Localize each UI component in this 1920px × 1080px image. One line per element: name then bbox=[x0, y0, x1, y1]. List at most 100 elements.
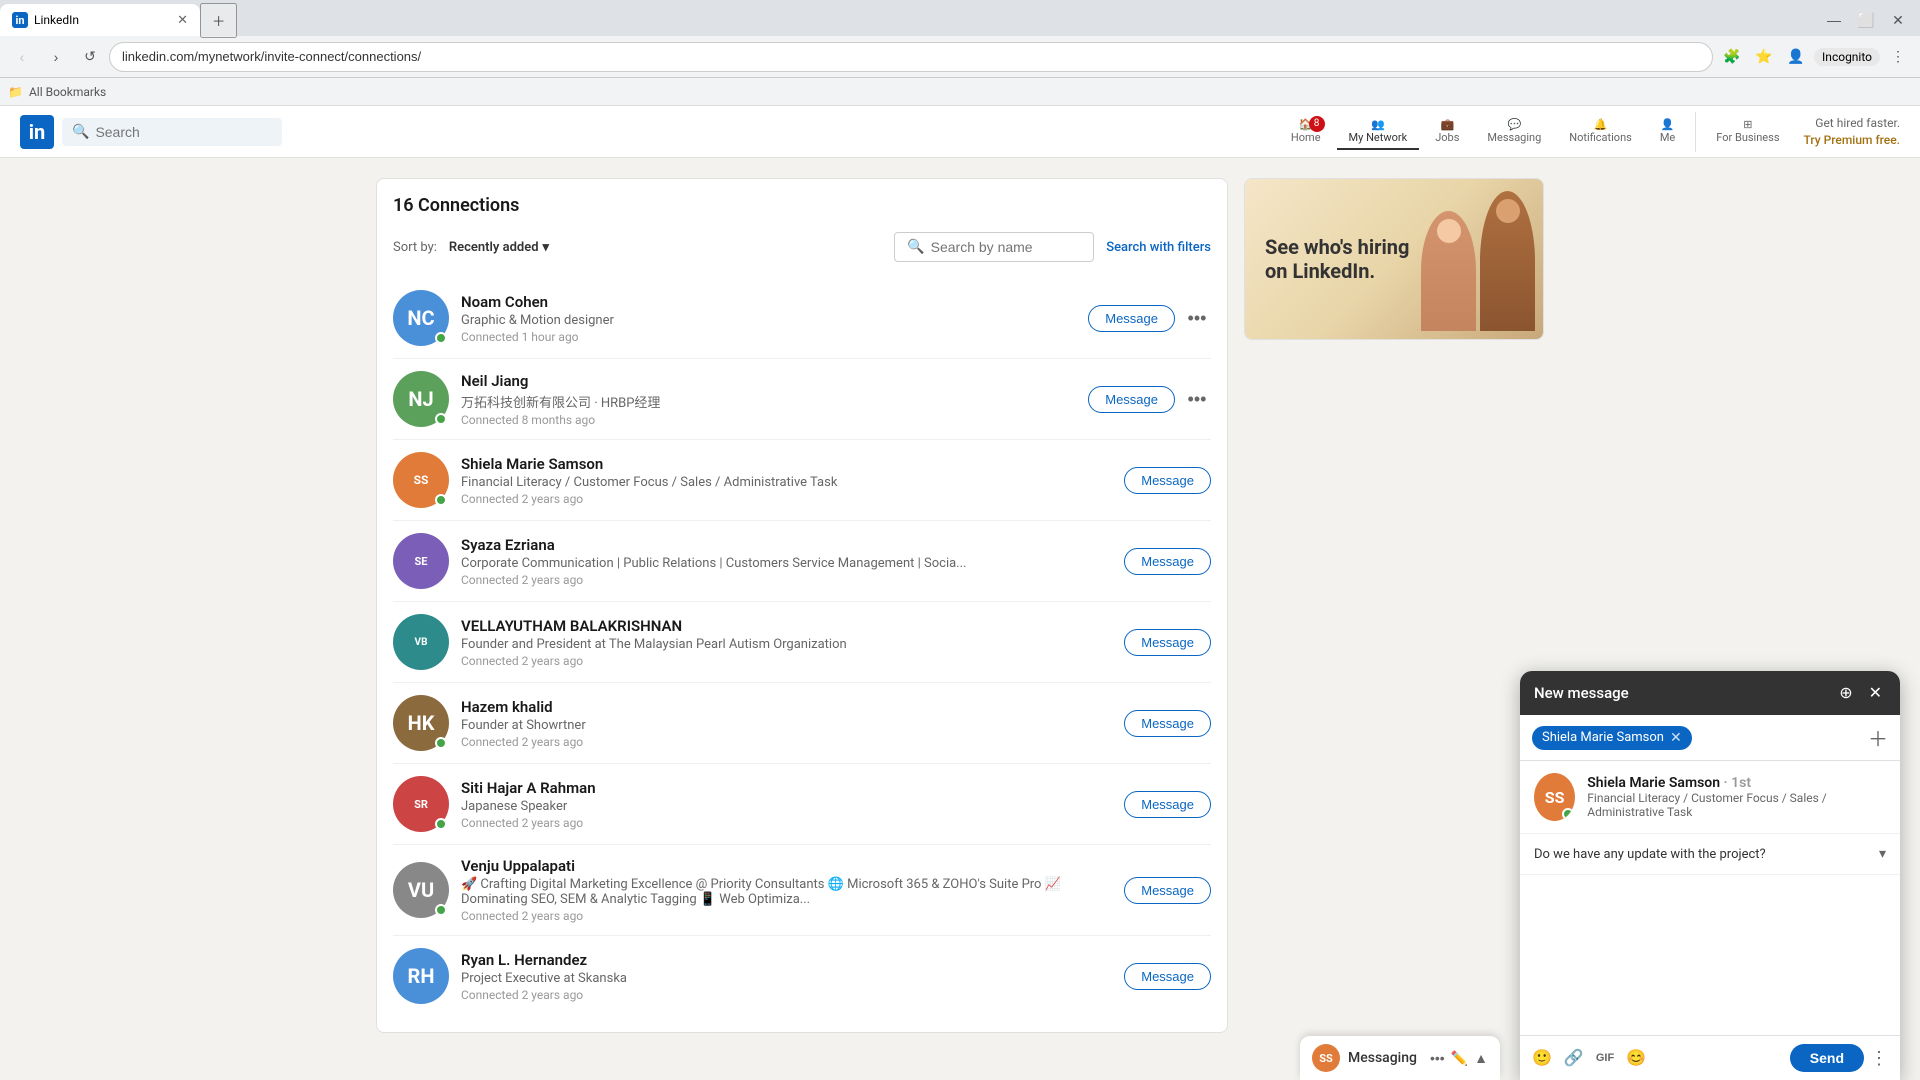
more-options-btn[interactable]: ••• bbox=[1183, 304, 1211, 332]
network-icon: 👥 bbox=[1371, 118, 1385, 131]
table-row: VB VELLAYUTHAM BALAKRISHNAN Founder and … bbox=[393, 602, 1211, 683]
connection-actions: Message bbox=[1124, 548, 1211, 575]
connection-name[interactable]: Shiela Marie Samson bbox=[461, 455, 1112, 473]
message-button[interactable]: Message bbox=[1124, 791, 1211, 818]
message-button[interactable]: Message bbox=[1124, 710, 1211, 737]
remove-recipient-btn[interactable]: ✕ bbox=[1670, 730, 1682, 746]
recipients-input[interactable] bbox=[1698, 730, 1862, 746]
message-button[interactable]: Message bbox=[1124, 877, 1211, 904]
bookmark-icon: 📁 bbox=[8, 85, 23, 99]
nav-for-business[interactable]: ⊞ For Business bbox=[1704, 114, 1791, 150]
close-modal-btn[interactable]: ✕ bbox=[1865, 681, 1886, 705]
minimize-btn[interactable]: — bbox=[1820, 6, 1848, 34]
all-bookmarks-label[interactable]: All Bookmarks bbox=[29, 85, 106, 99]
address-bar[interactable] bbox=[110, 43, 1712, 71]
network-label: My Network bbox=[1349, 131, 1408, 144]
premium-promo: Get hired faster. Try Premium free. bbox=[1804, 115, 1901, 149]
search-name-input[interactable] bbox=[931, 239, 1082, 255]
emoji2-btn[interactable]: 😊 bbox=[1626, 1048, 1646, 1068]
connection-time: Connected 2 years ago bbox=[461, 909, 1112, 923]
menu-btn[interactable]: ⋮ bbox=[1884, 43, 1912, 71]
tab-title: LinkedIn bbox=[34, 13, 79, 27]
search-with-filters-btn[interactable]: Search with filters bbox=[1106, 240, 1211, 255]
message-button[interactable]: Message bbox=[1124, 629, 1211, 656]
sort-dropdown[interactable]: Recently added ▾ bbox=[449, 240, 549, 255]
message-button[interactable]: Message bbox=[1124, 963, 1211, 990]
message-button[interactable]: Message bbox=[1088, 305, 1175, 332]
nav-my-network[interactable]: 👥 My Network bbox=[1337, 114, 1420, 150]
profile-btn[interactable]: 👤 bbox=[1782, 43, 1810, 71]
forward-btn[interactable]: › bbox=[42, 43, 70, 71]
attach-link-btn[interactable]: 🔗 bbox=[1564, 1048, 1584, 1068]
message-compose-area bbox=[1520, 875, 1900, 1035]
messaging-icon: 💬 bbox=[1508, 118, 1522, 131]
premium-link[interactable]: Try Premium free. bbox=[1804, 133, 1901, 147]
search-by-name-field[interactable]: 🔍 bbox=[894, 232, 1094, 262]
message-button[interactable]: Message bbox=[1124, 467, 1211, 494]
me-icon: 👤 bbox=[1661, 118, 1675, 131]
connection-time: Connected 2 years ago bbox=[461, 988, 1112, 1002]
close-tab-btn[interactable]: ✕ bbox=[177, 13, 188, 28]
connection-time: Connected 2 years ago bbox=[461, 816, 1112, 830]
compose-message-btn[interactable]: ✏️ bbox=[1451, 1050, 1468, 1067]
gif-btn[interactable]: GIF bbox=[1596, 1048, 1614, 1068]
recipient-chip: Shiela Marie Samson ✕ bbox=[1532, 726, 1692, 750]
me-label: Me bbox=[1660, 131, 1675, 144]
bookmark-btn[interactable]: ⭐ bbox=[1750, 43, 1778, 71]
nav-messaging[interactable]: 💬 Messaging bbox=[1475, 114, 1553, 150]
extensions-btn[interactable]: 🧩 bbox=[1718, 43, 1746, 71]
message-preview[interactable]: Do we have any update with the project? … bbox=[1520, 834, 1900, 875]
connection-name[interactable]: VELLAYUTHAM BALAKRISHNAN bbox=[461, 617, 1112, 635]
premium-line1: Get hired faster. bbox=[1804, 115, 1901, 132]
message-button[interactable]: Message bbox=[1088, 386, 1175, 413]
nav-notifications[interactable]: 🔔 Notifications bbox=[1557, 114, 1644, 150]
connection-title: Japanese Speaker bbox=[461, 799, 1112, 814]
avatar-wrapper: HK bbox=[393, 695, 449, 751]
new-tab-btn[interactable]: ＋ bbox=[200, 3, 237, 38]
connection-name[interactable]: Hazem khalid bbox=[461, 698, 1112, 716]
recipient-name: Shiela Marie Samson bbox=[1542, 730, 1664, 745]
refresh-btn[interactable]: ↺ bbox=[76, 43, 104, 71]
more-options-btn[interactable]: ••• bbox=[1183, 385, 1211, 413]
minimize-modal-btn[interactable]: ⊕ bbox=[1835, 681, 1856, 705]
connection-name[interactable]: Siti Hajar A Rahman bbox=[461, 779, 1112, 797]
connection-name[interactable]: Ryan L. Hernandez bbox=[461, 951, 1112, 969]
connections-list: NC Noam Cohen Graphic & Motion designer … bbox=[393, 278, 1211, 1016]
active-tab[interactable]: in LinkedIn ✕ bbox=[0, 4, 200, 36]
nav-jobs[interactable]: 💼 Jobs bbox=[1423, 114, 1471, 150]
suggested-contact[interactable]: SS Shiela Marie Samson · 1st Financial L… bbox=[1520, 761, 1900, 834]
nav-me[interactable]: 👤 Me bbox=[1648, 114, 1687, 150]
message-button[interactable]: Message bbox=[1124, 548, 1211, 575]
expand-messaging-btn[interactable]: ▲ bbox=[1474, 1050, 1488, 1066]
header-search-input[interactable] bbox=[95, 124, 272, 140]
connection-info: Siti Hajar A Rahman Japanese Speaker Con… bbox=[461, 779, 1112, 830]
avatar-wrapper: VU bbox=[393, 862, 449, 918]
online-indicator bbox=[435, 904, 447, 916]
connections-toolbar: Sort by: Recently added ▾ 🔍 Search with … bbox=[393, 232, 1211, 262]
chevron-down-icon: ▾ bbox=[1879, 846, 1886, 862]
send-button[interactable]: Send bbox=[1790, 1044, 1864, 1072]
connection-actions: Message bbox=[1124, 877, 1211, 904]
messaging-more-btn[interactable]: ••• bbox=[1430, 1050, 1445, 1066]
avatar-wrapper: NC bbox=[393, 290, 449, 346]
connection-name[interactable]: Syaza Ezriana bbox=[461, 536, 1112, 554]
more-send-options-btn[interactable]: ⋮ bbox=[1870, 1048, 1888, 1069]
header-search-bar[interactable]: 🔍 bbox=[62, 118, 282, 146]
connection-info: Shiela Marie Samson Financial Literacy /… bbox=[461, 455, 1112, 506]
nav-home[interactable]: 🏠 Home 8 bbox=[1279, 114, 1333, 150]
table-row: SR Siti Hajar A Rahman Japanese Speaker … bbox=[393, 764, 1211, 845]
connection-info: Syaza Ezriana Corporate Communication | … bbox=[461, 536, 1112, 587]
add-recipient-btn[interactable]: ＋ bbox=[1868, 723, 1888, 752]
connection-name[interactable]: Venju Uppalapati bbox=[461, 857, 1112, 875]
main-content: 16 Connections Sort by: Recently added ▾… bbox=[360, 158, 1560, 1053]
footer-icons: 🙂 🔗 GIF 😊 bbox=[1532, 1048, 1646, 1068]
connection-name[interactable]: Noam Cohen bbox=[461, 293, 1076, 311]
linkedin-logo[interactable]: in bbox=[20, 115, 54, 149]
emoji-btn[interactable]: 🙂 bbox=[1532, 1048, 1552, 1068]
connection-name[interactable]: Neil Jiang bbox=[461, 372, 1076, 390]
messaging-bar[interactable]: SS Messaging ••• ✏️ ▲ bbox=[1300, 1036, 1500, 1080]
connection-actions: Message bbox=[1124, 710, 1211, 737]
maximize-btn[interactable]: ⬜ bbox=[1852, 6, 1880, 34]
close-btn[interactable]: ✕ bbox=[1884, 6, 1912, 34]
back-btn[interactable]: ‹ bbox=[8, 43, 36, 71]
